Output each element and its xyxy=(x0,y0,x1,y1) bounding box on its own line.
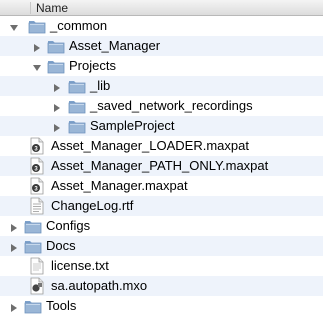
disclosure-triangle-right-icon[interactable] xyxy=(9,241,19,252)
tree-row[interactable]: license.txt xyxy=(0,256,323,276)
tree-row-label: SampleProject xyxy=(90,118,175,133)
text-document-icon xyxy=(29,257,47,275)
maxpat-document-icon: 3 xyxy=(29,137,47,155)
disclosure-triangle-right-icon[interactable] xyxy=(52,121,62,132)
tree-row[interactable]: _lib xyxy=(0,76,323,96)
tree-row-label: Projects xyxy=(69,58,116,73)
tree-row[interactable]: 3 Asset_Manager_PATH_ONLY.maxpat xyxy=(0,156,323,176)
tree-row[interactable]: sa.autopath.mxo xyxy=(0,276,323,296)
tree-row-label: Asset_Manager_LOADER.maxpat xyxy=(51,138,249,153)
disclosure-triangle-down-icon[interactable] xyxy=(32,61,42,71)
rtf-document-icon xyxy=(29,197,47,215)
folder-icon xyxy=(24,237,42,255)
folder-icon xyxy=(28,17,46,35)
folder-icon xyxy=(68,77,86,95)
tree-row[interactable]: SampleProject xyxy=(0,116,323,136)
tree-row-label: Asset_Manager.maxpat xyxy=(51,178,188,193)
folder-icon xyxy=(47,57,65,75)
header-divider xyxy=(30,2,31,14)
tree-row-label: _saved_network_recordings xyxy=(90,98,253,113)
tree-row-label: _lib xyxy=(90,78,111,93)
disclosure-triangle-right-icon[interactable] xyxy=(9,301,19,312)
maxpat-document-icon: 3 xyxy=(29,157,47,175)
tree-row-label: Asset_Manager xyxy=(69,38,161,53)
name-column-label: Name xyxy=(36,1,69,15)
folder-icon xyxy=(24,217,42,235)
disclosure-triangle-right-icon[interactable] xyxy=(9,221,19,232)
tree-row[interactable]: 3 Asset_Manager_LOADER.maxpat xyxy=(0,136,323,156)
tree-row-label: Tools xyxy=(46,298,77,313)
maxpat-document-icon: 3 xyxy=(29,177,47,195)
name-column-header[interactable]: Name xyxy=(0,0,323,16)
tree-row-label: Docs xyxy=(46,238,76,253)
folder-icon xyxy=(68,117,86,135)
tree-row-label: license.txt xyxy=(51,258,109,273)
tree-row-label: Configs xyxy=(46,218,91,233)
tree-row-label: ChangeLog.rtf xyxy=(51,198,134,213)
tree-row-label: _common xyxy=(50,18,108,33)
tree-row[interactable]: Docs xyxy=(0,236,323,256)
disclosure-triangle-right-icon[interactable] xyxy=(52,81,62,92)
tree-row[interactable]: Projects xyxy=(0,56,323,76)
disclosure-triangle-right-icon[interactable] xyxy=(32,41,42,52)
disclosure-triangle-down-icon[interactable] xyxy=(9,21,19,31)
tree-row[interactable]: Configs xyxy=(0,216,323,236)
folder-icon xyxy=(47,37,65,55)
tree-row[interactable]: _saved_network_recordings xyxy=(0,96,323,116)
mxo-external-icon xyxy=(29,277,47,295)
tree-row[interactable]: Asset_Manager xyxy=(0,36,323,56)
tree-row[interactable]: _common xyxy=(0,16,323,36)
folder-icon xyxy=(24,297,42,315)
tree-row[interactable]: ChangeLog.rtf xyxy=(0,196,323,216)
tree-row[interactable]: 3 Asset_Manager.maxpat xyxy=(0,176,323,196)
tree-row[interactable]: Tools xyxy=(0,296,323,316)
disclosure-triangle-right-icon[interactable] xyxy=(52,101,62,112)
folder-icon xyxy=(68,97,86,115)
tree-row-label: Asset_Manager_PATH_ONLY.maxpat xyxy=(51,158,269,173)
tree-row-label: sa.autopath.mxo xyxy=(51,278,148,293)
